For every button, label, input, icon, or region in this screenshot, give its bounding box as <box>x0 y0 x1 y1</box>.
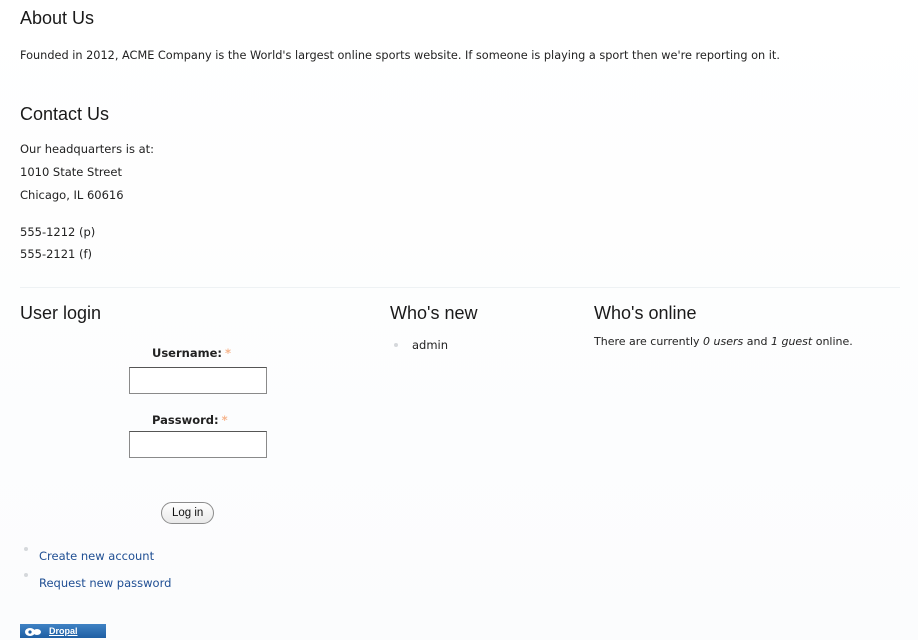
about-text: Founded in 2012, ACME Company is the Wor… <box>20 49 780 62</box>
section-divider <box>20 287 900 288</box>
page: About Us Founded in 2012, ACME Company i… <box>0 0 918 640</box>
login-heading: User login <box>20 303 102 323</box>
list-bullet <box>24 573 28 577</box>
whos-online-text: There are currently 0 users and 1 guest … <box>594 334 853 350</box>
whos-new-heading: Who's new <box>390 303 478 323</box>
username-label: Username: * <box>152 346 231 360</box>
password-label: Password: * <box>152 413 228 427</box>
contact-phone: 555-1212 (p) <box>20 225 96 239</box>
new-user-admin[interactable]: admin <box>412 338 448 352</box>
online-suffix: online. <box>812 335 853 348</box>
online-users-count: 0 users <box>703 335 744 348</box>
create-account-link[interactable]: Create new account <box>39 549 154 563</box>
contact-city: Chicago, IL 60616 <box>20 188 124 202</box>
request-password-link[interactable]: Request new password <box>39 576 171 590</box>
contact-heading: Contact Us <box>20 104 110 124</box>
login-button[interactable]: Log in <box>161 502 215 524</box>
powered-by-badge[interactable]: Dropal <box>20 624 106 638</box>
online-guests-count: 1 guest <box>770 335 813 348</box>
username-label-text: Username: <box>152 346 222 360</box>
about-heading: About Us <box>20 8 95 28</box>
contact-intro: Our headquarters is at: <box>20 142 155 156</box>
list-bullet <box>394 343 398 347</box>
drupal-drop-icon <box>25 628 41 636</box>
contact-street: 1010 State Street <box>20 165 122 179</box>
badge-label: Dropal <box>49 626 78 636</box>
password-label-text: Password: <box>152 413 219 427</box>
online-prefix: There are currently <box>594 335 704 348</box>
username-required-marker: * <box>224 346 231 360</box>
contact-fax: 555-2121 (f) <box>20 247 93 261</box>
username-input[interactable] <box>129 367 267 394</box>
whos-online-heading: Who's online <box>594 303 697 323</box>
password-input[interactable] <box>129 431 267 458</box>
list-bullet <box>24 547 28 551</box>
password-required-marker: * <box>221 413 228 427</box>
online-middle: and <box>743 335 771 348</box>
